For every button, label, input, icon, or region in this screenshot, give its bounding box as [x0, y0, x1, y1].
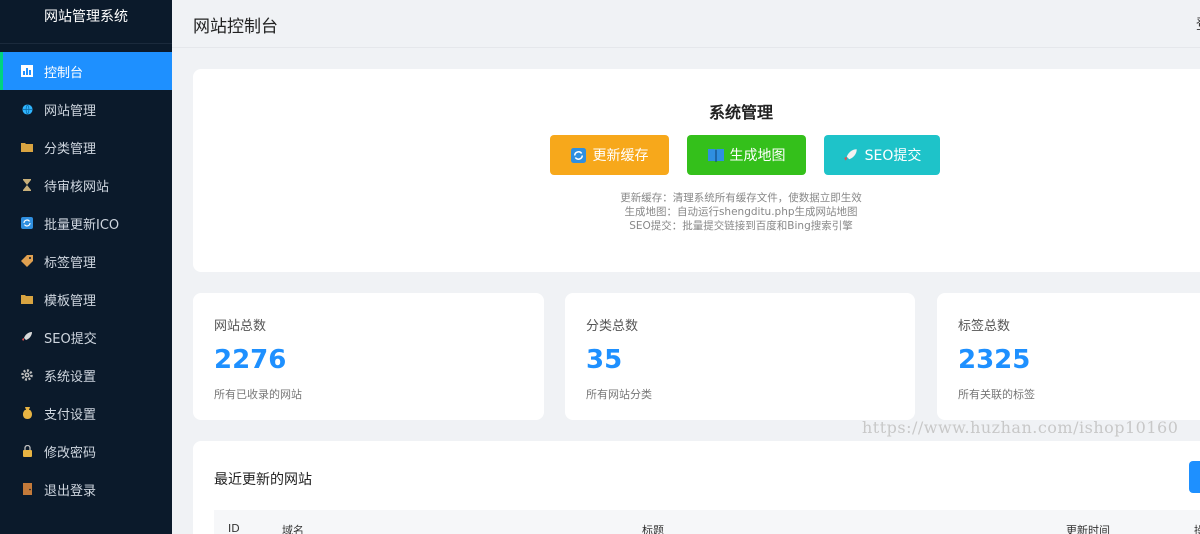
door-icon	[20, 482, 34, 496]
sidebar-item-templates[interactable]: 模板管理	[0, 280, 172, 318]
stat-card-categories: 分类总数 35 所有网站分类	[565, 293, 915, 420]
sidebar-item-label: 修改密码	[44, 445, 97, 461]
stat-card-sites: 网站总数 2276 所有已收录的网站	[193, 293, 544, 420]
desc-line: 生成地图：自动运行shengditu.php生成网站地图	[624, 206, 858, 218]
chart-icon	[20, 64, 34, 78]
recent-sites-card: 最近更新的网站 ID 域名 标题 更新时间 操	[193, 441, 1200, 534]
login-link[interactable]: 登	[1196, 14, 1200, 34]
sidebar-item-sites[interactable]: 网站管理	[0, 90, 172, 128]
globe-icon	[20, 102, 34, 116]
sidebar-item-categories[interactable]: 分类管理	[0, 128, 172, 166]
recent-sites-title: 最近更新的网站	[214, 472, 312, 488]
seo-submit-label: SEO提交	[864, 148, 922, 164]
refresh-icon	[571, 147, 587, 163]
sidebar-item-label: 系统设置	[44, 369, 97, 385]
column-header-actions: 操	[1194, 524, 1200, 534]
sidebar-item-dashboard[interactable]: 控制台	[0, 52, 172, 90]
system-button-row: 更新缓存 生成地图 SEO提交	[550, 135, 958, 175]
stat-card-tags: 标签总数 2325 所有关联的标签	[937, 293, 1200, 420]
stat-value: 35	[586, 345, 623, 375]
rocket-icon	[20, 330, 34, 344]
desc-line: 更新缓存：清理系统所有缓存文件，使数据立即生效	[620, 192, 862, 204]
sidebar-item-update-ico[interactable]: 批量更新ICO	[0, 204, 172, 242]
top-bar: 网站控制台 登	[172, 0, 1200, 48]
column-header-updated: 更新时间	[1066, 524, 1110, 534]
sidebar-item-settings[interactable]: 系统设置	[0, 356, 172, 394]
stat-subtitle: 所有已收录的网站	[214, 388, 302, 401]
refresh-icon	[20, 216, 34, 230]
rocket-icon	[843, 147, 859, 163]
desc-line: SEO提交：批量提交链接到百度和Bing搜索引擎	[629, 220, 853, 232]
lock-icon	[20, 444, 34, 458]
sidebar-menu: 控制台 网站管理 分类管理 待审核网站 批量更新ICO 标签管理 模板管理 SE…	[0, 52, 172, 508]
sidebar-item-tags[interactable]: 标签管理	[0, 242, 172, 280]
column-header-title: 标题	[642, 524, 664, 534]
sidebar-item-label: 模板管理	[44, 293, 97, 309]
refresh-cache-button[interactable]: 更新缓存	[550, 135, 669, 175]
refresh-cache-label: 更新缓存	[592, 148, 649, 164]
sidebar-item-pending[interactable]: 待审核网站	[0, 166, 172, 204]
main-content: 网站控制台 登 系统管理 更新缓存 生成地图 SEO提交	[172, 0, 1200, 534]
sidebar-item-logout[interactable]: 退出登录	[0, 470, 172, 508]
sidebar-item-label: 网站管理	[44, 103, 97, 119]
system-management-card: 系统管理 更新缓存 生成地图 SEO提交 更新缓存：清理系统所有缓存文件，使数据…	[193, 69, 1200, 272]
recent-sites-action-button[interactable]	[1189, 461, 1200, 493]
stat-value: 2276	[214, 345, 287, 375]
stat-label: 分类总数	[586, 319, 639, 334]
folder-icon	[20, 292, 34, 306]
sidebar-item-password[interactable]: 修改密码	[0, 432, 172, 470]
sidebar-item-label: 待审核网站	[44, 179, 110, 195]
page-title: 网站控制台	[193, 17, 278, 37]
stat-subtitle: 所有网站分类	[586, 388, 652, 401]
sidebar: 网站管理系统 控制台 网站管理 分类管理 待审核网站 批量更新ICO 标签管理 …	[0, 0, 172, 534]
sidebar-item-label: 支付设置	[44, 407, 97, 423]
sidebar-item-label: 批量更新ICO	[44, 217, 120, 233]
seo-submit-button[interactable]: SEO提交	[824, 135, 940, 175]
generate-sitemap-button[interactable]: 生成地图	[687, 135, 806, 175]
tag-icon	[20, 254, 34, 268]
sidebar-item-label: SEO提交	[44, 331, 97, 347]
system-description: 更新缓存：清理系统所有缓存文件，使数据立即生效 生成地图：自动运行shengdi…	[193, 191, 1200, 233]
money-bag-icon	[20, 406, 34, 420]
stat-label: 标签总数	[958, 319, 1011, 334]
sidebar-item-label: 标签管理	[44, 255, 97, 271]
hourglass-icon	[20, 178, 34, 192]
gear-icon	[20, 368, 34, 382]
brand-title: 网站管理系统	[0, 0, 172, 44]
generate-sitemap-label: 生成地图	[729, 148, 786, 164]
sidebar-item-seo[interactable]: SEO提交	[0, 318, 172, 356]
sidebar-item-label: 控制台	[44, 65, 84, 81]
sidebar-item-label: 退出登录	[44, 483, 97, 499]
sidebar-item-payment[interactable]: 支付设置	[0, 394, 172, 432]
stat-subtitle: 所有关联的标签	[958, 388, 1035, 401]
folder-icon	[20, 140, 34, 154]
column-header-id: ID	[228, 522, 240, 534]
stat-value: 2325	[958, 345, 1031, 375]
book-icon	[707, 147, 724, 163]
stat-label: 网站总数	[214, 319, 267, 334]
system-management-title: 系统管理	[708, 103, 773, 122]
sidebar-item-label: 分类管理	[44, 141, 97, 157]
watermark: https://www.huzhan.com/ishop10160	[862, 418, 1179, 437]
recent-sites-table-header: ID 域名 标题 更新时间 操	[214, 510, 1200, 534]
column-header-domain: 域名	[282, 524, 304, 534]
